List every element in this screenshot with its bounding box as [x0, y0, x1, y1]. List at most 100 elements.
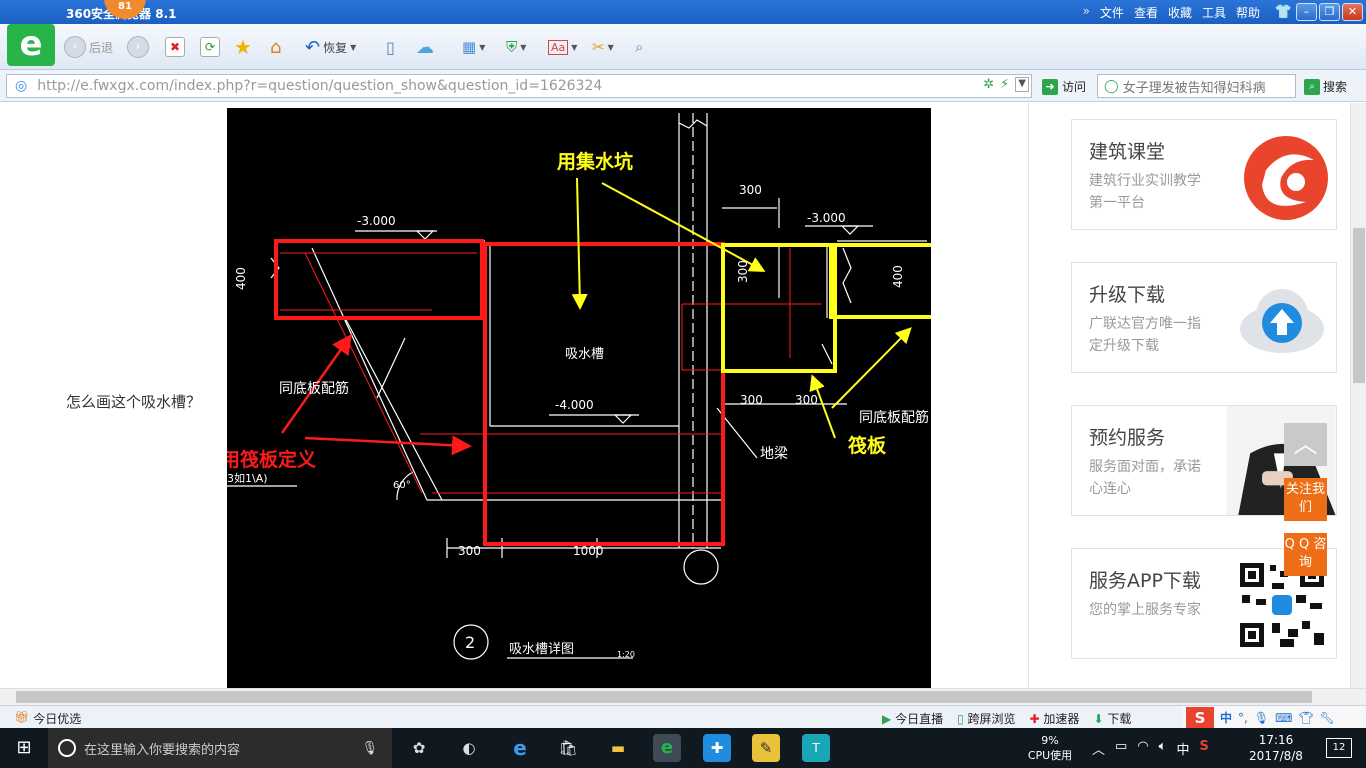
refresh-button[interactable]: ⟳: [200, 35, 220, 59]
vertical-scroll-thumb[interactable]: [1353, 228, 1365, 383]
cad-drawing-svg: -3.000 -3.000 -4.000 400 400 300 300 300…: [227, 113, 931, 660]
download-label: 下载: [1107, 712, 1132, 726]
cloud-icon[interactable]: ☁: [416, 35, 434, 59]
search-button[interactable]: ⌕ 搜索: [1304, 78, 1347, 95]
orange-logo-icon: [1244, 136, 1328, 220]
skin-shirt-icon[interactable]: 👕: [1275, 4, 1292, 20]
browser-logo-icon[interactable]: e: [7, 24, 55, 66]
menu-help[interactable]: 帮助: [1236, 4, 1260, 21]
dim-300-b: 300: [795, 393, 818, 407]
page-content: 怎么画这个吸水槽？ -3.000 -3.000 -4.000 400 400 3…: [0, 103, 1350, 688]
favorites-star-icon[interactable]: ★: [234, 35, 252, 59]
note-left: 3如1\A): [227, 471, 268, 485]
menu-view[interactable]: 查看: [1134, 4, 1158, 21]
taskbar: ⊞ 在这里输入你要搜索的内容 🎙︎ ✿ ◐ e 🛍︎ ▬ e ✚ ✎ T 9% …: [0, 728, 1366, 768]
download-button[interactable]: ⬇ 下载: [1093, 710, 1131, 727]
translate-button[interactable]: Aa ▼: [548, 35, 577, 59]
skin-shirt-icon[interactable]: 👕︎: [1298, 711, 1313, 725]
glodon-app-icon[interactable]: T: [802, 734, 830, 762]
wrench-icon[interactable]: 🔧︎: [1320, 711, 1335, 725]
windows-start-icon[interactable]: ⊞: [0, 728, 48, 768]
horizontal-scroll-thumb[interactable]: [16, 691, 1312, 703]
follow-us-button[interactable]: 关注我们: [1284, 478, 1327, 521]
menu-tools[interactable]: 工具: [1202, 4, 1226, 21]
address-bar[interactable]: ◎ http://e.fwxgx.com/index.php?r=questio…: [6, 74, 1032, 98]
back-to-top-button[interactable]: ︿: [1284, 423, 1327, 466]
microphone-icon[interactable]: 🎙︎: [361, 741, 378, 756]
home-icon[interactable]: ⌂: [270, 35, 281, 59]
screenshot-button[interactable]: ✂ ▼: [592, 35, 614, 59]
url-text[interactable]: http://e.fwxgx.com/index.php?r=question/…: [37, 78, 602, 94]
scissors-icon: ✂: [592, 38, 605, 56]
accelerator-label: 加速器: [1043, 712, 1080, 726]
ime-language[interactable]: 中: [1220, 709, 1232, 726]
accelerator-button[interactable]: ✚ 加速器: [1030, 710, 1080, 727]
gesture-app-icon[interactable]: ◐: [455, 734, 483, 762]
360-browser-taskbar-icon[interactable]: e: [653, 734, 681, 762]
app-blue-icon[interactable]: ✚: [703, 734, 731, 762]
battery-icon[interactable]: ▭: [1115, 739, 1127, 758]
lightning-icon[interactable]: ⚡: [1000, 77, 1009, 92]
notes-app-icon[interactable]: ✎: [752, 734, 780, 762]
dim-400-right: 400: [891, 265, 905, 288]
apps-button[interactable]: ▦ ▼: [462, 35, 485, 59]
maximize-button[interactable]: ❐: [1319, 3, 1340, 21]
chevron-down-icon: ▼: [571, 42, 578, 52]
sogou-ime-icon[interactable]: S: [1186, 706, 1214, 729]
minimize-button[interactable]: –: [1296, 3, 1317, 21]
ime-toolbar[interactable]: S 中 °, 🎙︎ ⌨ 👕︎ 🔧︎: [1182, 706, 1366, 729]
clock[interactable]: 17:16 2017/8/8: [1248, 732, 1304, 764]
chevron-down-icon: ▼: [607, 42, 614, 52]
elevation-left: -3.000: [357, 214, 396, 228]
horizontal-scrollbar[interactable]: [0, 688, 1366, 705]
keyboard-icon[interactable]: ⌨: [1275, 711, 1292, 725]
cross-screen-button[interactable]: ▯ 跨屏浏览: [957, 710, 1015, 727]
restore-label: 恢复: [323, 40, 348, 55]
visit-button[interactable]: ➜ 访问: [1042, 78, 1086, 95]
today-picks-button[interactable]: 🎁︎ 今日优选: [14, 710, 81, 727]
stop-button[interactable]: ✖: [165, 35, 185, 59]
forward-button[interactable]: ›: [127, 35, 149, 59]
task-view-icon[interactable]: ✿: [405, 734, 433, 762]
show-hidden-icons-chevron[interactable]: ︿: [1092, 739, 1105, 758]
store-icon[interactable]: 🛍︎: [554, 734, 582, 762]
dim-300-bottom: 300: [458, 544, 481, 558]
volume-icon[interactable]: 🔈︎: [1159, 739, 1167, 758]
toolbar: e ‹ 后退 › ✖ ⟳ ★ ⌂ ↶ 恢复 ▼ ▯ ☁ ▦ ▼ ⛨ ▼ Aa ▼…: [0, 24, 1366, 70]
phone-icon[interactable]: ▯: [386, 35, 395, 59]
status-bar: 🎁︎ 今日优选 ▶ 今日直播 ▯ 跨屏浏览 ✚ 加速器 ⬇ 下载 S 中 °, …: [0, 705, 1366, 729]
card-upgrade-download[interactable]: 升级下载 广联达官方唯一指定升级下载: [1071, 262, 1337, 373]
menu-chevron-icon[interactable]: »: [1083, 4, 1090, 21]
punctuation-icon[interactable]: °,: [1238, 711, 1248, 725]
wifi-icon[interactable]: ◠: [1137, 739, 1148, 758]
download-arrow-icon: ⬇: [1093, 712, 1104, 726]
search-input[interactable]: ◯ 女子理发被告知得妇科病: [1097, 74, 1296, 98]
qq-consult-button[interactable]: Q Q 咨询: [1284, 533, 1327, 576]
edge-browser-icon[interactable]: e: [506, 734, 534, 762]
live-button[interactable]: ▶ 今日直播: [882, 710, 943, 727]
taskbar-search-placeholder: 在这里输入你要搜索的内容: [84, 742, 241, 758]
microphone-icon[interactable]: 🎙︎: [1254, 711, 1269, 725]
card-title: 升级下载: [1089, 284, 1166, 306]
card-subtitle: 服务面对面，承诺心连心: [1089, 459, 1201, 497]
vertical-scrollbar[interactable]: [1350, 103, 1366, 688]
phone-icon: ▯: [957, 712, 964, 726]
security-button[interactable]: ⛨ ▼: [506, 35, 526, 59]
restore-button[interactable]: ↶ 恢复 ▼: [305, 35, 356, 59]
back-button[interactable]: ‹ 后退: [64, 35, 113, 59]
search-placeholder: 女子理发被告知得妇科病: [1122, 80, 1266, 96]
file-explorer-icon[interactable]: ▬: [604, 734, 632, 762]
close-button[interactable]: ✕: [1342, 3, 1363, 21]
address-dropdown-icon[interactable]: ▼: [1015, 77, 1029, 92]
menu-file[interactable]: 文件: [1100, 4, 1124, 21]
notification-center-icon[interactable]: 12: [1326, 738, 1352, 758]
sogou-tray-icon[interactable]: S: [1199, 739, 1208, 758]
card-building-class[interactable]: 建筑课堂 建筑行业实训教学第一平台: [1071, 119, 1337, 230]
zoom-icon[interactable]: ⌕: [635, 35, 643, 59]
cpu-monitor[interactable]: 9% CPU使用: [1024, 733, 1076, 763]
menu-favorites[interactable]: 收藏: [1168, 4, 1192, 21]
cpu-percent: 9%: [1041, 734, 1059, 747]
loading-icon[interactable]: ✲: [983, 77, 994, 92]
tray-language[interactable]: 中: [1176, 739, 1189, 758]
taskbar-search-box[interactable]: 在这里输入你要搜索的内容 🎙︎: [48, 728, 392, 768]
